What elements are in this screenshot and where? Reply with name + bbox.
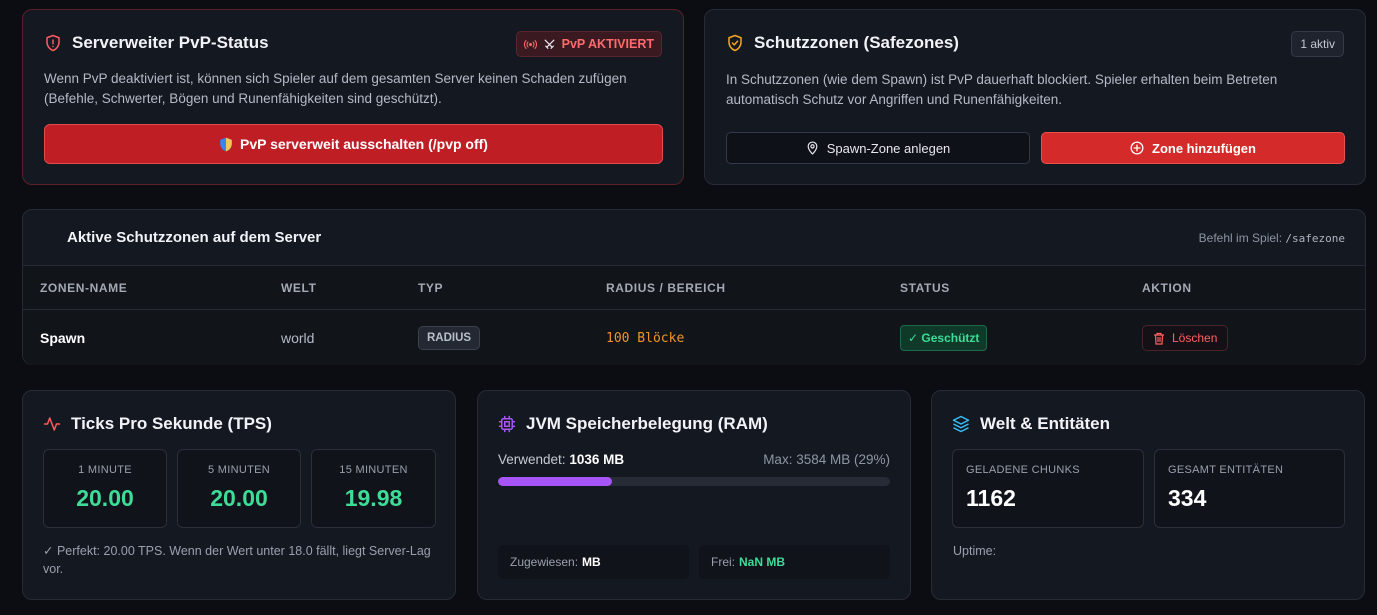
column-header: ZONEN-NAME [40,281,128,295]
trash-icon [1153,332,1165,345]
column-header: STATUS [900,281,950,295]
tps-card: Ticks Pro Sekunde (TPS) 1 MINUTE 20.00 5… [22,390,456,600]
tps-1min-box: 1 MINUTE 20.00 [43,449,167,528]
plus-circle-icon [1130,141,1144,155]
ram-usage-bar [498,477,890,486]
ram-free: Frei: NaN MB [699,545,890,579]
pvp-disable-button[interactable]: PvP serverweit ausschalten (/pvp off) [44,124,663,164]
chunks-value: 1162 [966,485,1016,511]
active-count-badge: 1 aktiv [1291,31,1344,57]
cpu-chip-icon [498,415,516,433]
tps-15min-label: 15 MINUTEN [339,464,408,476]
tps-5min-value: 20.00 [210,485,268,511]
ram-card: JVM Speicherbelegung (RAM) Verwendet: 10… [477,390,911,600]
entities-label: GESAMT ENTITÄTEN [1168,464,1284,476]
chunks-label: GELADENE CHUNKS [966,464,1080,476]
pvp-status-title: Serverweiter PvP-Status [44,33,269,53]
pvp-description: Wenn PvP deaktiviert ist, können sich Sp… [44,71,627,106]
table-row: Spawn world RADIUS 100 Blöcke ✓ Geschütz… [23,310,1365,366]
delete-zone-button[interactable]: Löschen [1142,325,1229,351]
tps-title: Ticks Pro Sekunde (TPS) [43,414,272,434]
table-header: ZONEN-NAME WELT TYP RADIUS / BEREICH STA… [23,266,1365,310]
tps-1min-value: 20.00 [76,485,134,511]
safezones-card: Schutzzonen (Safezones) 1 aktiv In Schut… [704,9,1366,185]
zone-status-badge: ✓ Geschützt [900,325,988,351]
shield-alert-icon [44,34,62,52]
zone-type-cell: RADIUS [418,310,481,366]
broadcast-icon [523,39,537,50]
world-card: Welt & Entitäten GELADENE CHUNKS 1162 GE… [931,390,1365,600]
active-zones-title: Aktive Schutzzonen auf dem Server [67,229,322,246]
chunks-box: GELADENE CHUNKS 1162 [952,449,1144,528]
column-header: AKTION [1142,281,1192,295]
tps-5min-box: 5 MINUTEN 20.00 [177,449,301,528]
tps-15min-value: 19.98 [344,485,403,511]
shield-check-icon [726,34,744,52]
uptime-label: Uptime: [953,544,997,558]
ram-usage-fill [498,477,612,486]
layers-icon [952,415,970,433]
entities-value: 334 [1168,485,1207,511]
activity-icon [43,415,61,433]
pvp-status-card: Serverweiter PvP-Status PvP AKTIVIERT We… [22,9,684,185]
safezones-description: In Schutzzonen (wie dem Spawn) ist PvP d… [726,72,1278,107]
zone-radius: 100 Blöcke [606,330,685,346]
pvp-status-badge: PvP AKTIVIERT [515,31,662,57]
spawn-zone-button[interactable]: Spawn-Zone anlegen [726,132,1030,164]
column-header: RADIUS / BEREICH [606,281,726,295]
ram-max: Max: 3584 MB (29%) [763,452,890,467]
world-title: Welt & Entitäten [952,414,1110,434]
shield-icon [219,137,233,152]
zone-status-cell: ✓ Geschützt [900,310,988,366]
zone-radius-cell: 100 Blöcke [606,310,684,366]
map-pin-icon [806,141,819,155]
zone-name: Spawn [40,330,86,346]
safezones-title: Schutzzonen (Safezones) [726,33,959,53]
ram-title: JVM Speicherbelegung (RAM) [498,414,768,434]
entities-box: GESAMT ENTITÄTEN 334 [1154,449,1345,528]
tps-5min-label: 5 MINUTEN [208,464,270,476]
column-header: TYP [418,281,444,295]
command-hint: Befehl im Spiel: /safezone [1198,231,1345,245]
add-zone-button[interactable]: Zone hinzufügen [1041,132,1345,164]
ram-allocated: Zugewiesen: MB [498,545,689,579]
zone-type-badge: RADIUS [418,326,481,350]
zone-action-cell: Löschen [1142,310,1229,366]
tps-15min-box: 15 MINUTEN 19.98 [311,449,436,528]
ram-used: Verwendet: 1036 MB [498,452,625,467]
active-zones-card: Aktive Schutzzonen auf dem Server Befehl… [22,209,1366,365]
crossed-swords-icon [543,38,556,51]
zones-table: ZONEN-NAME WELT TYP RADIUS / BEREICH STA… [23,265,1365,365]
tps-note: ✓ Perfekt: 20.00 TPS. Wenn der Wert unte… [43,544,431,576]
zone-world: world [281,330,315,346]
tps-1min-label: 1 MINUTE [78,464,132,476]
column-header: WELT [281,281,317,295]
